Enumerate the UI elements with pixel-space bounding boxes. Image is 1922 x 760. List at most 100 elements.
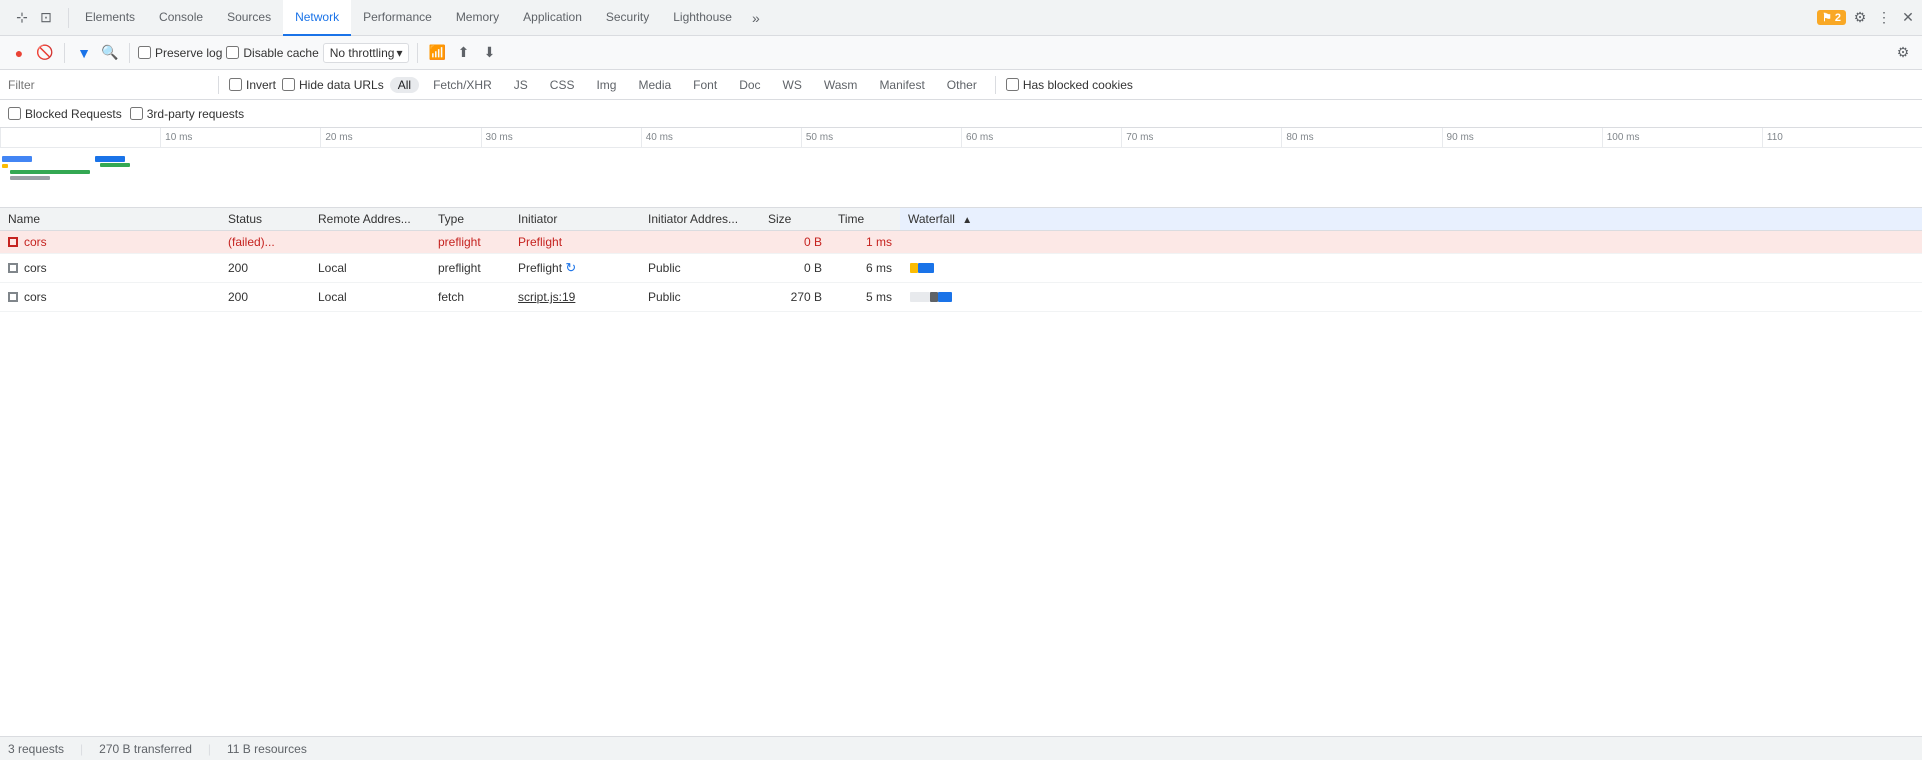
main-content: Name Status Remote Addres... Type Initia [0,208,1922,736]
tick-10: 10 ms [160,128,320,147]
third-party-label[interactable]: 3rd-party requests [130,107,244,121]
table-row[interactable]: cors 200 Local fetch script.js:19 Public… [0,283,1922,312]
table-wrapper[interactable]: Name Status Remote Addres... Type Initia [0,208,1922,736]
devtools-window: ⊹ ⊡ Elements Console Sources Network Per… [0,0,1922,760]
third-party-checkbox[interactable] [130,107,143,120]
cell-size-0: 0 B [760,231,830,254]
cell-name-0: cors [0,231,220,254]
cell-init-addr-1: Public [640,254,760,283]
filter-type-wasm[interactable]: Wasm [816,77,866,93]
filter-type-all[interactable]: All [390,77,419,93]
cell-status-0: (failed)... [220,231,310,254]
tab-lighthouse[interactable]: Lighthouse [661,0,744,36]
mini-bar-5 [95,156,125,162]
cell-name-1: cors [0,254,220,283]
cell-size-2: 270 B [760,283,830,312]
hide-data-urls-label[interactable]: Hide data URLs [282,78,384,92]
filter-type-font[interactable]: Font [685,77,725,93]
clear-button[interactable]: 🚫 [34,42,56,64]
blocked-requests-label[interactable]: Blocked Requests [8,107,122,121]
preserve-log-label[interactable]: Preserve log [138,46,222,60]
invert-label[interactable]: Invert [229,78,276,92]
filter-type-manifest[interactable]: Manifest [871,77,932,93]
more-options-icon[interactable]: ⋮ [1874,8,1894,28]
record-button[interactable]: ● [8,42,30,64]
hide-data-urls-checkbox[interactable] [282,78,295,91]
upload-icon[interactable]: ⬆ [452,42,474,64]
tick-70: 70 ms [1121,128,1281,147]
table-body: cors (failed)... preflight Preflight 0 B… [0,231,1922,312]
filter-icon[interactable]: ▼ [73,42,95,64]
mini-bar-2 [2,164,8,168]
has-blocked-cookies-checkbox[interactable] [1006,78,1019,91]
filter-type-js[interactable]: JS [506,77,536,93]
tab-memory[interactable]: Memory [444,0,511,36]
network-toolbar: ● 🚫 ▼ 🔍 Preserve log Disable cache No th… [0,36,1922,70]
tab-bar-icons: ⊹ ⊡ [4,8,64,28]
col-header-name[interactable]: Name [0,208,220,231]
col-header-initiator[interactable]: Initiator [510,208,640,231]
cell-remote-2: Local [310,283,430,312]
sort-arrow-icon: ▲ [962,215,972,226]
filter-type-ws[interactable]: WS [775,77,810,93]
more-tabs-button[interactable]: » [744,10,768,26]
toolbar-sep-1 [64,43,65,63]
timeline-bars [0,148,1922,208]
mini-bar-3 [10,170,90,174]
tab-application[interactable]: Application [511,0,594,36]
filter-type-other[interactable]: Other [939,77,985,93]
cell-status-2: 200 [220,283,310,312]
blocked-requests-checkbox[interactable] [8,107,21,120]
mini-bar-6 [100,163,130,167]
cell-initiator-1: Preflight ↻ [510,254,640,283]
tab-performance[interactable]: Performance [351,0,444,36]
tab-elements[interactable]: Elements [73,0,147,36]
filter-input[interactable] [8,78,208,92]
wifi-icon[interactable]: 📶 [426,42,448,64]
cell-init-addr-0 [640,231,760,254]
status-requests: 3 requests [8,742,64,756]
tab-console[interactable]: Console [147,0,215,36]
disable-cache-checkbox[interactable] [226,46,239,59]
table-row[interactable]: cors 200 Local preflight Preflight ↻ Pub… [0,254,1922,283]
issue-badge[interactable]: ⚑ 2 [1817,10,1846,25]
invert-checkbox[interactable] [229,78,242,91]
error-square-icon [8,237,18,247]
mini-bar-1 [2,156,32,162]
col-header-initiator-addr[interactable]: Initiator Addres... [640,208,760,231]
tick-60: 60 ms [961,128,1121,147]
filter-type-media[interactable]: Media [630,77,679,93]
has-blocked-cookies-label[interactable]: Has blocked cookies [1006,78,1133,92]
filter-type-doc[interactable]: Doc [731,77,768,93]
throttle-select[interactable]: No throttling ▾ [323,43,410,63]
table-row[interactable]: cors (failed)... preflight Preflight 0 B… [0,231,1922,254]
filter-type-fetch-xhr[interactable]: Fetch/XHR [425,77,500,93]
col-header-remote[interactable]: Remote Addres... [310,208,430,231]
filter-sep-2 [995,76,996,94]
col-header-type[interactable]: Type [430,208,510,231]
status-bar: 3 requests | 270 B transferred | 11 B re… [0,736,1922,760]
filter-sep-1 [218,76,219,94]
disable-cache-label[interactable]: Disable cache [226,46,318,60]
preserve-log-checkbox[interactable] [138,46,151,59]
toolbar-sep-3 [417,43,418,63]
tab-sources[interactable]: Sources [215,0,283,36]
col-header-size[interactable]: Size [760,208,830,231]
filter-type-css[interactable]: CSS [542,77,583,93]
tick-90: 90 ms [1442,128,1602,147]
network-settings-icon[interactable]: ⚙ [1892,42,1914,64]
col-header-status[interactable]: Status [220,208,310,231]
settings-icon[interactable]: ⚙ [1850,8,1870,28]
tab-security[interactable]: Security [594,0,661,36]
tab-network[interactable]: Network [283,0,351,36]
dock-icon[interactable]: ⊡ [36,8,56,28]
wf-bar-blue-2 [938,292,952,302]
close-icon[interactable]: ✕ [1898,8,1918,28]
filter-type-img[interactable]: Img [588,77,624,93]
col-header-time[interactable]: Time [830,208,900,231]
cursor-icon[interactable]: ⊹ [12,8,32,28]
col-header-waterfall[interactable]: Waterfall ▲ [900,208,1922,231]
tab-bar-right: ⚑ 2 ⚙ ⋮ ✕ [1817,8,1918,28]
download-icon[interactable]: ⬇ [478,42,500,64]
search-button[interactable]: 🔍 [99,42,121,64]
